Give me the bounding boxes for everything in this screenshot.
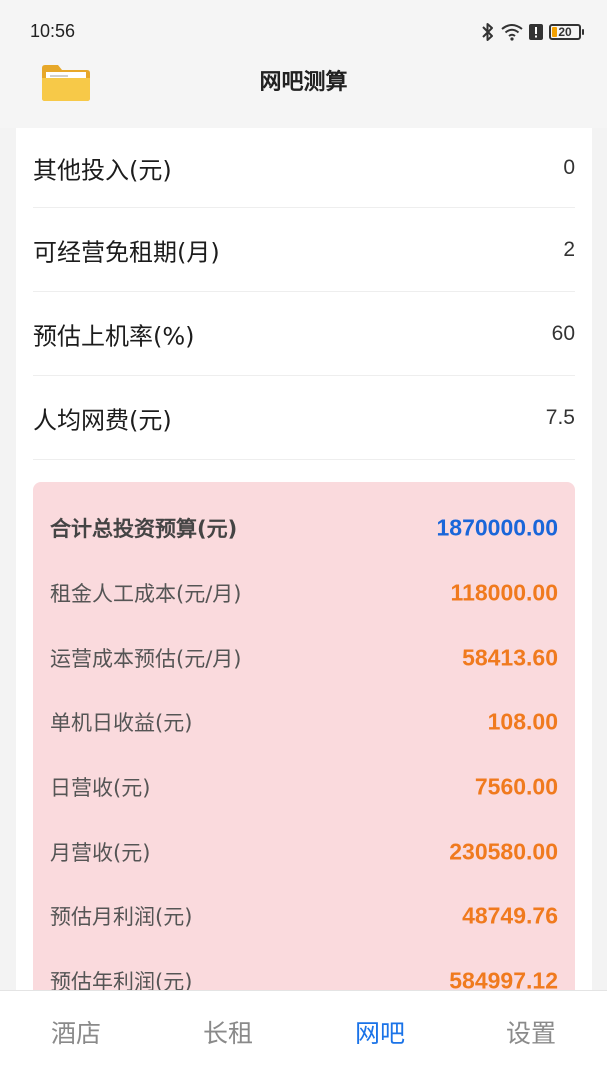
summary-row-total-investment: 合计总投资预算(元) 1870000.00 [50,508,558,548]
nav-item-internet-cafe[interactable]: 网吧 [304,991,456,1080]
form-label: 可经营免租期(月) [33,238,220,266]
bottom-nav: 酒店 长租 网吧 设置 [0,990,607,1080]
screen: 10:56 20 网吧测算 其他投入(元) 0 可经营免租期(月) 2 预估上机… [0,0,607,1080]
summary-label: 单机日收益(元) [50,711,193,735]
form-row-other-investment[interactable]: 其他投入(元) 0 [33,128,575,208]
summary-label: 合计总投资预算(元) [50,517,238,541]
battery-level: 20 [558,25,572,39]
form-row-avg-fee[interactable]: 人均网费(元) 7.5 [33,376,575,460]
form-value[interactable]: 60 [552,322,575,346]
page-title: 网吧测算 [259,70,348,95]
form-label: 预估上机率(%) [33,322,195,350]
wifi-icon [501,23,523,41]
summary-value: 230580.00 [449,838,558,865]
summary-value: 584997.12 [449,967,558,991]
summary-label: 运营成本预估(元/月) [50,647,242,671]
summary-label: 预估月利润(元) [50,905,193,929]
app-bar: 网吧测算 [0,56,607,128]
form-value[interactable]: 2 [563,238,575,262]
summary-value: 108.00 [487,708,558,735]
summary-row-daily-per-machine: 单机日收益(元) 108.00 [50,702,558,742]
summary-label: 月营收(元) [50,841,151,865]
summary-row-operating-cost: 运营成本预估(元/月) 58413.60 [50,638,558,678]
summary-value: 58413.60 [462,644,558,671]
status-icons: 20 [481,20,584,44]
summary-row-monthly-revenue: 月营收(元) 230580.00 [50,832,558,872]
summary-panel: 合计总投资预算(元) 1870000.00 租金人工成本(元/月) 118000… [33,482,575,990]
alert-icon [529,23,543,41]
summary-label: 预估年利润(元) [50,970,193,990]
form-value[interactable]: 7.5 [546,406,575,430]
status-bar: 10:56 20 [0,0,607,56]
form-row-usage-rate[interactable]: 预估上机率(%) 60 [33,292,575,376]
battery-icon: 20 [549,24,584,40]
summary-value: 1870000.00 [436,514,558,541]
summary-row-monthly-profit: 预估月利润(元) 48749.76 [50,896,558,936]
content-card: 其他投入(元) 0 可经营免租期(月) 2 预估上机率(%) 60 人均网费(元… [16,128,592,990]
form-label: 其他投入(元) [33,156,172,184]
form-row-rent-free-period[interactable]: 可经营免租期(月) 2 [33,208,575,292]
summary-label: 租金人工成本(元/月) [50,582,242,606]
status-time: 10:56 [30,21,76,41]
form-label: 人均网费(元) [33,406,172,434]
nav-item-hotel[interactable]: 酒店 [0,991,152,1080]
summary-row-rent-labor-cost: 租金人工成本(元/月) 118000.00 [50,573,558,613]
summary-value: 118000.00 [450,579,558,606]
summary-row-daily-revenue: 日营收(元) 7560.00 [50,767,558,807]
summary-row-annual-profit: 预估年利润(元) 584997.12 [50,961,558,991]
summary-value: 7560.00 [474,773,558,800]
nav-item-settings[interactable]: 设置 [455,991,607,1080]
form-value[interactable]: 0 [563,156,575,180]
bluetooth-icon [481,22,495,42]
summary-label: 日营收(元) [50,776,151,800]
nav-item-long-rent[interactable]: 长租 [152,991,304,1080]
summary-value: 48749.76 [462,902,558,929]
